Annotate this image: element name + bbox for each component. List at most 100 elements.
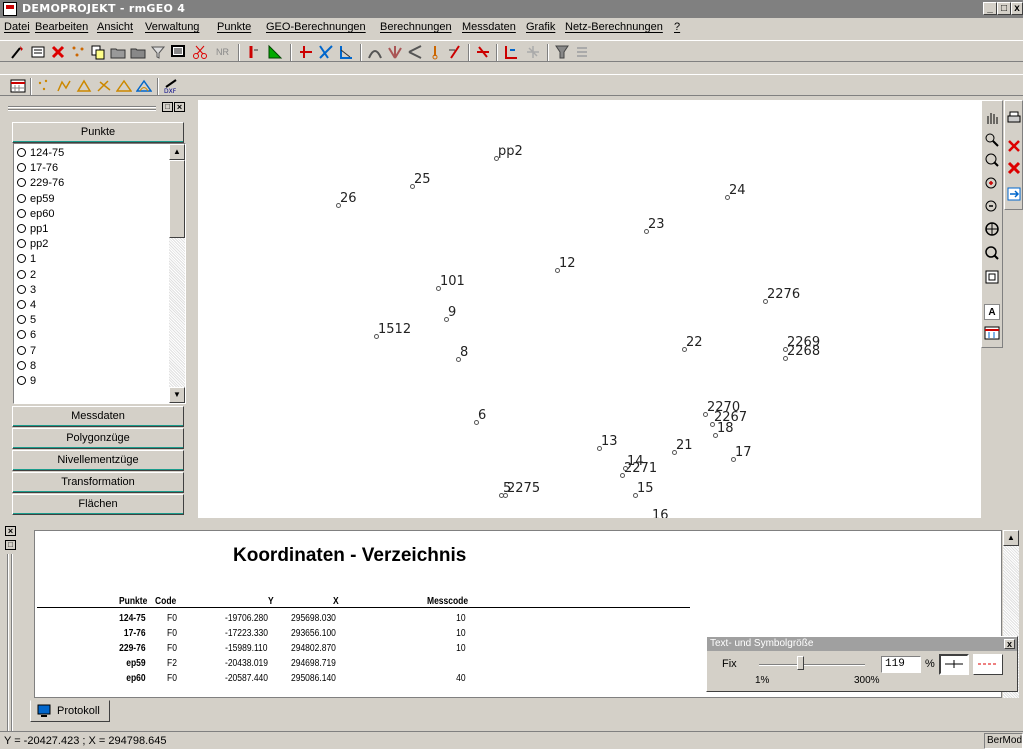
canvas-point[interactable]: 17 [731, 446, 752, 462]
fan-icon[interactable] [387, 44, 403, 60]
menu-ansicht[interactable]: Ansicht [97, 21, 133, 33]
point-list-item[interactable]: 124-75 [17, 147, 64, 159]
punkte-section-button[interactable]: Punkte [12, 122, 184, 143]
canvas-point[interactable]: 2276 [762, 288, 800, 304]
radio-icon[interactable] [17, 360, 26, 370]
radio-icon[interactable] [17, 315, 26, 325]
radio-icon[interactable] [17, 284, 26, 294]
map-canvas[interactable]: pp2 25 26 24 23 12 101 2276 9 1512 22 22… [198, 100, 981, 518]
symbol-table-icon[interactable] [984, 325, 1000, 341]
vertical-line-icon[interactable] [245, 44, 261, 60]
point-list-item[interactable]: pp2 [17, 238, 48, 250]
grid-disabled-icon[interactable] [525, 44, 541, 60]
canvas-point[interactable]: 13 [597, 435, 618, 451]
radio-icon[interactable] [17, 254, 26, 264]
scissors-icon[interactable] [192, 44, 208, 60]
point-list-item[interactable]: 5 [17, 314, 36, 326]
point-list-item[interactable]: 1 [17, 253, 36, 265]
radio-icon[interactable] [17, 345, 26, 355]
zoom-window-icon[interactable] [984, 132, 1000, 148]
canvas-point[interactable]: 25 [410, 173, 431, 189]
symbol-dash-button[interactable] [973, 654, 1003, 675]
point-list-item[interactable]: 4 [17, 299, 36, 311]
point-list-scrollbar[interactable]: ▲ ▼ [169, 144, 185, 403]
canvas-point[interactable]: 101 [436, 275, 465, 291]
panel-float-icon[interactable]: □ [162, 102, 173, 112]
point-list-item[interactable]: pp1 [17, 223, 48, 235]
crossing-icon[interactable] [96, 78, 112, 94]
canvas-point[interactable]: 12 [555, 257, 576, 273]
menu-netz-berechnungen[interactable]: Netz-Berechnungen [565, 21, 663, 33]
canvas-point[interactable]: 9 [443, 306, 456, 322]
triangle-arc-icon[interactable] [136, 78, 152, 94]
orthogonal-icon[interactable] [298, 44, 314, 60]
polygon-icon[interactable] [76, 78, 92, 94]
point-list-item[interactable]: 8 [17, 360, 36, 372]
canvas-point[interactable]: 22 [682, 336, 703, 352]
radio-icon[interactable] [17, 148, 26, 157]
folder-icon[interactable] [110, 44, 126, 60]
app-icon[interactable] [3, 2, 17, 16]
point-list-item[interactable]: 9 [17, 375, 36, 387]
menu-punkte[interactable]: Punkte [217, 21, 251, 33]
polyline-icon[interactable] [56, 78, 72, 94]
menu-messdaten[interactable]: Messdaten [462, 21, 516, 33]
canvas-point[interactable]: 24 [725, 184, 746, 200]
intersection-icon[interactable] [318, 44, 334, 60]
funnel-icon[interactable] [554, 44, 570, 60]
dxf-export-icon[interactable]: DXF [163, 78, 179, 94]
minimize-button[interactable]: _ [983, 2, 997, 15]
size-slider-track[interactable] [759, 664, 865, 666]
menu-bearbeiten[interactable]: Bearbeiten [35, 21, 88, 33]
canvas-point[interactable]: 23 [644, 218, 665, 234]
zoom-all-icon[interactable] [984, 221, 1000, 237]
polygonzuege-section-button[interactable]: Polygonzüge [12, 428, 184, 449]
point-list-item[interactable]: ep59 [17, 193, 54, 205]
angle-icon[interactable] [338, 44, 354, 60]
canvas-point[interactable]: 2268 [782, 345, 820, 361]
zoom-in-icon[interactable] [984, 176, 1000, 192]
point-list-item[interactable]: 6 [17, 329, 36, 341]
radio-icon[interactable] [17, 269, 26, 279]
text-size-close-button[interactable]: x [1004, 639, 1015, 649]
size-value-input[interactable]: 119 [881, 656, 921, 673]
monitor-icon[interactable] [170, 44, 186, 60]
transformation-section-button[interactable]: Transformation [12, 472, 184, 493]
scatter-icon[interactable] [36, 78, 52, 94]
menu-berechnungen[interactable]: Berechnungen [380, 21, 452, 33]
canvas-point[interactable]: 2275 [502, 482, 540, 498]
polar-icon[interactable] [407, 44, 423, 60]
point-list-item[interactable]: 2 [17, 269, 36, 281]
scroll-up-button[interactable]: ▲ [169, 144, 185, 160]
menu-grafik[interactable]: Grafik [526, 21, 555, 33]
filter-icon[interactable] [150, 44, 166, 60]
radio-icon[interactable] [17, 300, 26, 309]
triangle-outline-icon[interactable] [116, 78, 132, 94]
menu-geo-berechnungen[interactable]: GEO-Berechnungen [266, 21, 366, 33]
point-list-item[interactable]: 17-76 [17, 162, 58, 174]
scroll-thumb[interactable] [169, 160, 185, 238]
wand-icon[interactable] [10, 44, 26, 60]
menu-verwaltung[interactable]: Verwaltung [145, 21, 199, 33]
canvas-point[interactable]: 14 [623, 455, 644, 471]
menu-datei[interactable]: Datei [4, 21, 30, 33]
canvas-point[interactable]: 21 [672, 439, 693, 455]
frame-icon[interactable] [984, 269, 1000, 285]
canvas-point[interactable]: pp2 [494, 145, 523, 161]
zoom-icon[interactable] [984, 152, 1000, 168]
canvas-point[interactable]: 18 [713, 422, 734, 438]
size-slider-thumb[interactable] [797, 656, 805, 670]
point-list-item[interactable]: 7 [17, 345, 36, 357]
canvas-point[interactable]: 26 [336, 192, 357, 208]
perpendicular-icon[interactable] [503, 44, 519, 60]
point-list-item[interactable]: 3 [17, 284, 36, 296]
radio-icon[interactable] [17, 208, 26, 218]
radial-icon[interactable] [447, 44, 463, 60]
nivellementzuege-section-button[interactable]: Nivellementzüge [12, 450, 184, 471]
radio-icon[interactable] [17, 376, 26, 385]
flaechen-section-button[interactable]: Flächen [12, 494, 184, 515]
radio-icon[interactable] [17, 163, 26, 173]
close-button[interactable]: x [1011, 2, 1023, 15]
canvas-point[interactable]: 6 [473, 409, 486, 425]
maximize-button[interactable]: □ [997, 2, 1011, 15]
